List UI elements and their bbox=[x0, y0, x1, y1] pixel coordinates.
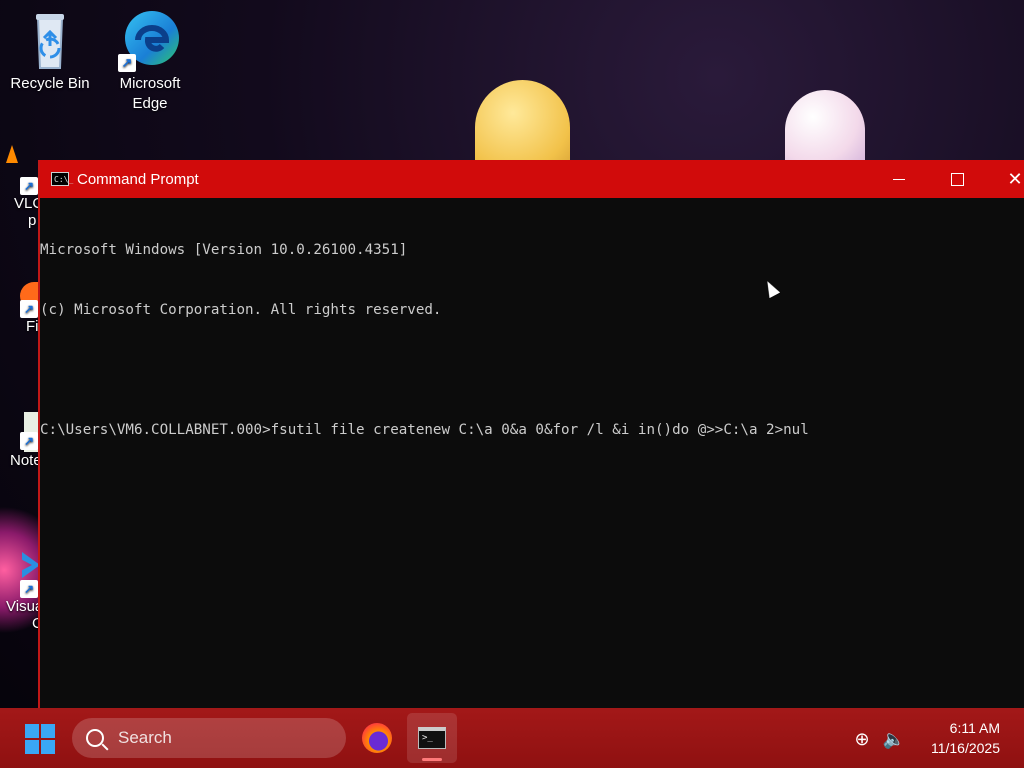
shortcut-arrow-icon: ↗ bbox=[118, 54, 136, 72]
recycle-bin-label: Recycle Bin bbox=[10, 75, 90, 92]
shortcut-arrow-icon: ↗ bbox=[20, 177, 38, 195]
taskbar-command-prompt-button[interactable]: >_ bbox=[407, 713, 457, 763]
close-icon: ✕ bbox=[1007, 168, 1023, 189]
taskbar-search-box[interactable]: Search bbox=[72, 718, 346, 758]
command-prompt-icon: >_ bbox=[418, 727, 446, 749]
clock-time: 6:11 AM bbox=[949, 720, 1000, 736]
desktop-icon-notepad[interactable]: ↗ Note bbox=[0, 412, 40, 469]
microsoft-edge-icon: ↗ bbox=[118, 8, 182, 72]
shortcut-arrow-icon: ↗ bbox=[20, 432, 38, 450]
desktop-icon-firefox[interactable]: ↗ Fi bbox=[0, 282, 40, 335]
window-title: Command Prompt bbox=[77, 170, 199, 188]
start-button[interactable] bbox=[25, 724, 55, 754]
search-placeholder: Search bbox=[118, 728, 172, 747]
console-line: Microsoft Windows [Version 10.0.26100.43… bbox=[40, 242, 408, 258]
system-clock[interactable]: 6:11 AM 11/16/2025 bbox=[931, 718, 1000, 758]
shortcut-arrow-icon: ↗ bbox=[20, 300, 38, 318]
window-titlebar[interactable]: C:\_ Command Prompt ✕ bbox=[40, 160, 1024, 198]
taskbar-firefox-button[interactable] bbox=[352, 713, 402, 763]
desktop-icon-microsoft-edge[interactable]: ↗ Microsoft Edge bbox=[108, 8, 192, 114]
windows-logo-icon bbox=[25, 724, 39, 738]
minimize-button[interactable] bbox=[870, 160, 928, 198]
notepad-label: Note bbox=[10, 452, 40, 469]
vlc-label-line1: VLC bbox=[14, 195, 40, 212]
volume-muted-icon[interactable]: 🔈 bbox=[882, 727, 906, 751]
network-globe-icon[interactable]: ⊕ bbox=[850, 727, 874, 751]
firefox-icon bbox=[362, 723, 392, 753]
search-icon bbox=[86, 729, 104, 747]
windows-logo-icon bbox=[41, 724, 55, 738]
maximize-button[interactable] bbox=[928, 160, 986, 198]
clock-date: 11/16/2025 bbox=[930, 740, 1000, 756]
desktop-icon-vscode[interactable]: ↗ Visua C bbox=[0, 552, 40, 632]
vlc-cone-icon bbox=[6, 145, 18, 163]
maximize-icon bbox=[950, 172, 964, 186]
desktop-icon-recycle-bin[interactable]: Recycle Bin bbox=[8, 8, 92, 94]
console-input-line[interactable]: C:\Users\VM6.COLLABNET.000>fsutil file c… bbox=[40, 420, 1024, 440]
windows-logo-icon bbox=[41, 740, 55, 754]
windows-logo-icon bbox=[25, 740, 39, 754]
console-output[interactable]: Microsoft Windows [Version 10.0.26100.43… bbox=[40, 198, 1024, 480]
active-app-indicator bbox=[422, 758, 442, 761]
shortcut-arrow-icon: ↗ bbox=[20, 580, 38, 598]
vscode-label-line1: Visua bbox=[6, 598, 40, 615]
minimize-icon bbox=[893, 178, 905, 180]
microsoft-edge-label-line2: Edge bbox=[132, 95, 168, 112]
microsoft-edge-label-line1: Microsoft bbox=[119, 75, 181, 92]
close-button[interactable]: ✕ bbox=[986, 160, 1024, 198]
command-prompt-icon: C:\_ bbox=[51, 172, 73, 186]
console-line: (c) Microsoft Corporation. All rights re… bbox=[40, 302, 442, 318]
taskbar: Search >_ ⊕ 🔈 6:11 AM 11/16/2025 bbox=[0, 708, 1024, 768]
command-prompt-window[interactable]: C:\_ Command Prompt ✕ Microsoft Windows … bbox=[38, 160, 1024, 708]
desktop-icon-vlc[interactable]: ↗ VLC p bbox=[0, 145, 40, 229]
recycle-bin-icon bbox=[18, 8, 82, 72]
